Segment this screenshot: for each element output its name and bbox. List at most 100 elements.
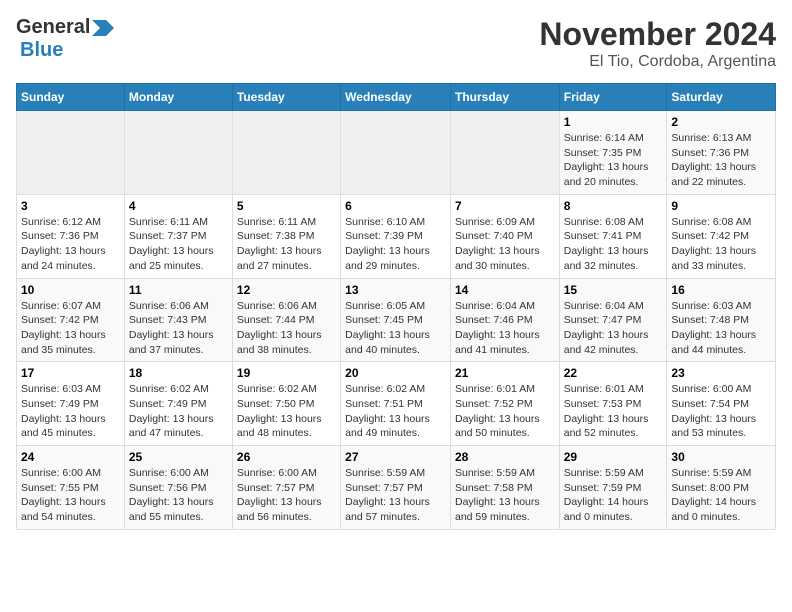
calendar-cell: 26 Sunrise: 6:00 AM Sunset: 7:57 PM Dayli… <box>232 446 340 530</box>
calendar-cell: 5 Sunrise: 6:11 AM Sunset: 7:38 PM Daylig… <box>232 194 340 278</box>
logo-blue: Blue <box>20 39 63 61</box>
calendar-cell: 17 Sunrise: 6:03 AM Sunset: 7:49 PM Dayli… <box>17 362 125 446</box>
day-number: 13 <box>345 283 446 297</box>
day-number: 9 <box>671 199 771 213</box>
logo: General Blue <box>16 16 116 62</box>
month-title: November 2024 <box>539 16 776 53</box>
day-info: Sunrise: 5:59 AM Sunset: 7:57 PM Dayligh… <box>345 466 446 525</box>
day-number: 18 <box>129 366 228 380</box>
day-info: Sunrise: 5:59 AM Sunset: 7:58 PM Dayligh… <box>455 466 555 525</box>
weekday-header-wednesday: Wednesday <box>341 84 451 111</box>
calendar-cell: 10 Sunrise: 6:07 AM Sunset: 7:42 PM Dayli… <box>17 278 125 362</box>
day-info: Sunrise: 6:11 AM Sunset: 7:37 PM Dayligh… <box>129 215 228 274</box>
calendar-cell: 2 Sunrise: 6:13 AM Sunset: 7:36 PM Daylig… <box>667 111 776 195</box>
day-number: 19 <box>237 366 336 380</box>
calendar-cell: 29 Sunrise: 5:59 AM Sunset: 7:59 PM Dayli… <box>559 446 667 530</box>
week-row-5: 24Sunrise: 6:00 AM Sunset: 7:55 PM Dayli… <box>17 446 776 530</box>
day-number: 25 <box>129 450 228 464</box>
calendar-cell: 28 Sunrise: 5:59 AM Sunset: 7:58 PM Dayli… <box>450 446 559 530</box>
weekday-header-sunday: Sunday <box>17 84 125 111</box>
day-info: Sunrise: 5:59 AM Sunset: 7:59 PM Dayligh… <box>564 466 663 525</box>
week-row-4: 17 Sunrise: 6:03 AM Sunset: 7:49 PM Dayli… <box>17 362 776 446</box>
calendar-cell: 8 Sunrise: 6:08 AM Sunset: 7:41 PM Daylig… <box>559 194 667 278</box>
day-number: 28 <box>455 450 555 464</box>
week-row-3: 10 Sunrise: 6:07 AM Sunset: 7:42 PM Dayli… <box>17 278 776 362</box>
day-number: 2 <box>671 115 771 129</box>
calendar-cell: 22Sunrise: 6:01 AM Sunset: 7:53 PM Dayli… <box>559 362 667 446</box>
weekday-header-saturday: Saturday <box>667 84 776 111</box>
calendar-cell: 14 Sunrise: 6:04 AM Sunset: 7:46 PM Dayli… <box>450 278 559 362</box>
day-number: 30 <box>671 450 771 464</box>
calendar-cell: 13Sunrise: 6:05 AM Sunset: 7:45 PM Dayli… <box>341 278 451 362</box>
day-info: Sunrise: 6:07 AM Sunset: 7:42 PM Dayligh… <box>21 299 120 358</box>
week-row-2: 3 Sunrise: 6:12 AM Sunset: 7:36 PM Daylig… <box>17 194 776 278</box>
day-info: Sunrise: 6:13 AM Sunset: 7:36 PM Dayligh… <box>671 131 771 190</box>
calendar-cell: 15 Sunrise: 6:04 AM Sunset: 7:47 PM Dayli… <box>559 278 667 362</box>
calendar-cell: 18 Sunrise: 6:02 AM Sunset: 7:49 PM Dayli… <box>124 362 232 446</box>
calendar-cell: 20 Sunrise: 6:02 AM Sunset: 7:51 PM Dayli… <box>341 362 451 446</box>
day-number: 1 <box>564 115 663 129</box>
day-info: Sunrise: 6:03 AM Sunset: 7:48 PM Dayligh… <box>671 299 771 358</box>
day-info: Sunrise: 6:00 AM Sunset: 7:56 PM Dayligh… <box>129 466 228 525</box>
day-info: Sunrise: 6:02 AM Sunset: 7:50 PM Dayligh… <box>237 382 336 441</box>
day-number: 10 <box>21 283 120 297</box>
day-number: 29 <box>564 450 663 464</box>
day-number: 26 <box>237 450 336 464</box>
calendar-cell: 9 Sunrise: 6:08 AM Sunset: 7:42 PM Daylig… <box>667 194 776 278</box>
week-row-1: 1 Sunrise: 6:14 AM Sunset: 7:35 PM Daylig… <box>17 111 776 195</box>
weekday-header-row: SundayMondayTuesdayWednesdayThursdayFrid… <box>17 84 776 111</box>
day-number: 5 <box>237 199 336 213</box>
day-info: Sunrise: 5:59 AM Sunset: 8:00 PM Dayligh… <box>671 466 771 525</box>
day-number: 20 <box>345 366 446 380</box>
day-number: 8 <box>564 199 663 213</box>
calendar-cell: 3 Sunrise: 6:12 AM Sunset: 7:36 PM Daylig… <box>17 194 125 278</box>
day-number: 12 <box>237 283 336 297</box>
day-info: Sunrise: 6:02 AM Sunset: 7:49 PM Dayligh… <box>129 382 228 441</box>
calendar-cell: 21Sunrise: 6:01 AM Sunset: 7:52 PM Dayli… <box>450 362 559 446</box>
calendar-cell: 12 Sunrise: 6:06 AM Sunset: 7:44 PM Dayli… <box>232 278 340 362</box>
calendar-cell: 23Sunrise: 6:00 AM Sunset: 7:54 PM Dayli… <box>667 362 776 446</box>
day-info: Sunrise: 6:02 AM Sunset: 7:51 PM Dayligh… <box>345 382 446 441</box>
weekday-header-thursday: Thursday <box>450 84 559 111</box>
calendar-table: SundayMondayTuesdayWednesdayThursdayFrid… <box>16 83 776 530</box>
day-info: Sunrise: 6:03 AM Sunset: 7:49 PM Dayligh… <box>21 382 120 441</box>
day-info: Sunrise: 6:10 AM Sunset: 7:39 PM Dayligh… <box>345 215 446 274</box>
day-number: 21 <box>455 366 555 380</box>
day-number: 6 <box>345 199 446 213</box>
weekday-header-friday: Friday <box>559 84 667 111</box>
calendar-cell: 6 Sunrise: 6:10 AM Sunset: 7:39 PM Daylig… <box>341 194 451 278</box>
calendar-cell <box>124 111 232 195</box>
calendar-cell: 27 Sunrise: 5:59 AM Sunset: 7:57 PM Dayli… <box>341 446 451 530</box>
calendar-cell: 4Sunrise: 6:11 AM Sunset: 7:37 PM Daylig… <box>124 194 232 278</box>
day-number: 23 <box>671 366 771 380</box>
day-number: 7 <box>455 199 555 213</box>
calendar-cell: 30 Sunrise: 5:59 AM Sunset: 8:00 PM Dayli… <box>667 446 776 530</box>
calendar-cell: 1 Sunrise: 6:14 AM Sunset: 7:35 PM Daylig… <box>559 111 667 195</box>
day-number: 16 <box>671 283 771 297</box>
day-number: 11 <box>129 283 228 297</box>
day-info: Sunrise: 6:14 AM Sunset: 7:35 PM Dayligh… <box>564 131 663 190</box>
logo-arrow-icon <box>92 20 114 36</box>
day-info: Sunrise: 6:00 AM Sunset: 7:55 PM Dayligh… <box>21 466 120 525</box>
calendar-cell <box>17 111 125 195</box>
day-number: 17 <box>21 366 120 380</box>
day-info: Sunrise: 6:04 AM Sunset: 7:47 PM Dayligh… <box>564 299 663 358</box>
day-number: 15 <box>564 283 663 297</box>
weekday-header-monday: Monday <box>124 84 232 111</box>
day-info: Sunrise: 6:12 AM Sunset: 7:36 PM Dayligh… <box>21 215 120 274</box>
calendar-cell: 25 Sunrise: 6:00 AM Sunset: 7:56 PM Dayli… <box>124 446 232 530</box>
day-info: Sunrise: 6:00 AM Sunset: 7:57 PM Dayligh… <box>237 466 336 525</box>
day-number: 3 <box>21 199 120 213</box>
day-info: Sunrise: 6:04 AM Sunset: 7:46 PM Dayligh… <box>455 299 555 358</box>
day-number: 14 <box>455 283 555 297</box>
weekday-header-tuesday: Tuesday <box>232 84 340 111</box>
day-info: Sunrise: 6:01 AM Sunset: 7:53 PM Dayligh… <box>564 382 663 441</box>
day-number: 27 <box>345 450 446 464</box>
title-area: November 2024 El Tio, Cordoba, Argentina <box>539 16 776 71</box>
day-info: Sunrise: 6:11 AM Sunset: 7:38 PM Dayligh… <box>237 215 336 274</box>
calendar-cell <box>450 111 559 195</box>
day-info: Sunrise: 6:06 AM Sunset: 7:44 PM Dayligh… <box>237 299 336 358</box>
calendar-cell <box>232 111 340 195</box>
day-info: Sunrise: 6:08 AM Sunset: 7:42 PM Dayligh… <box>671 215 771 274</box>
day-info: Sunrise: 6:08 AM Sunset: 7:41 PM Dayligh… <box>564 215 663 274</box>
